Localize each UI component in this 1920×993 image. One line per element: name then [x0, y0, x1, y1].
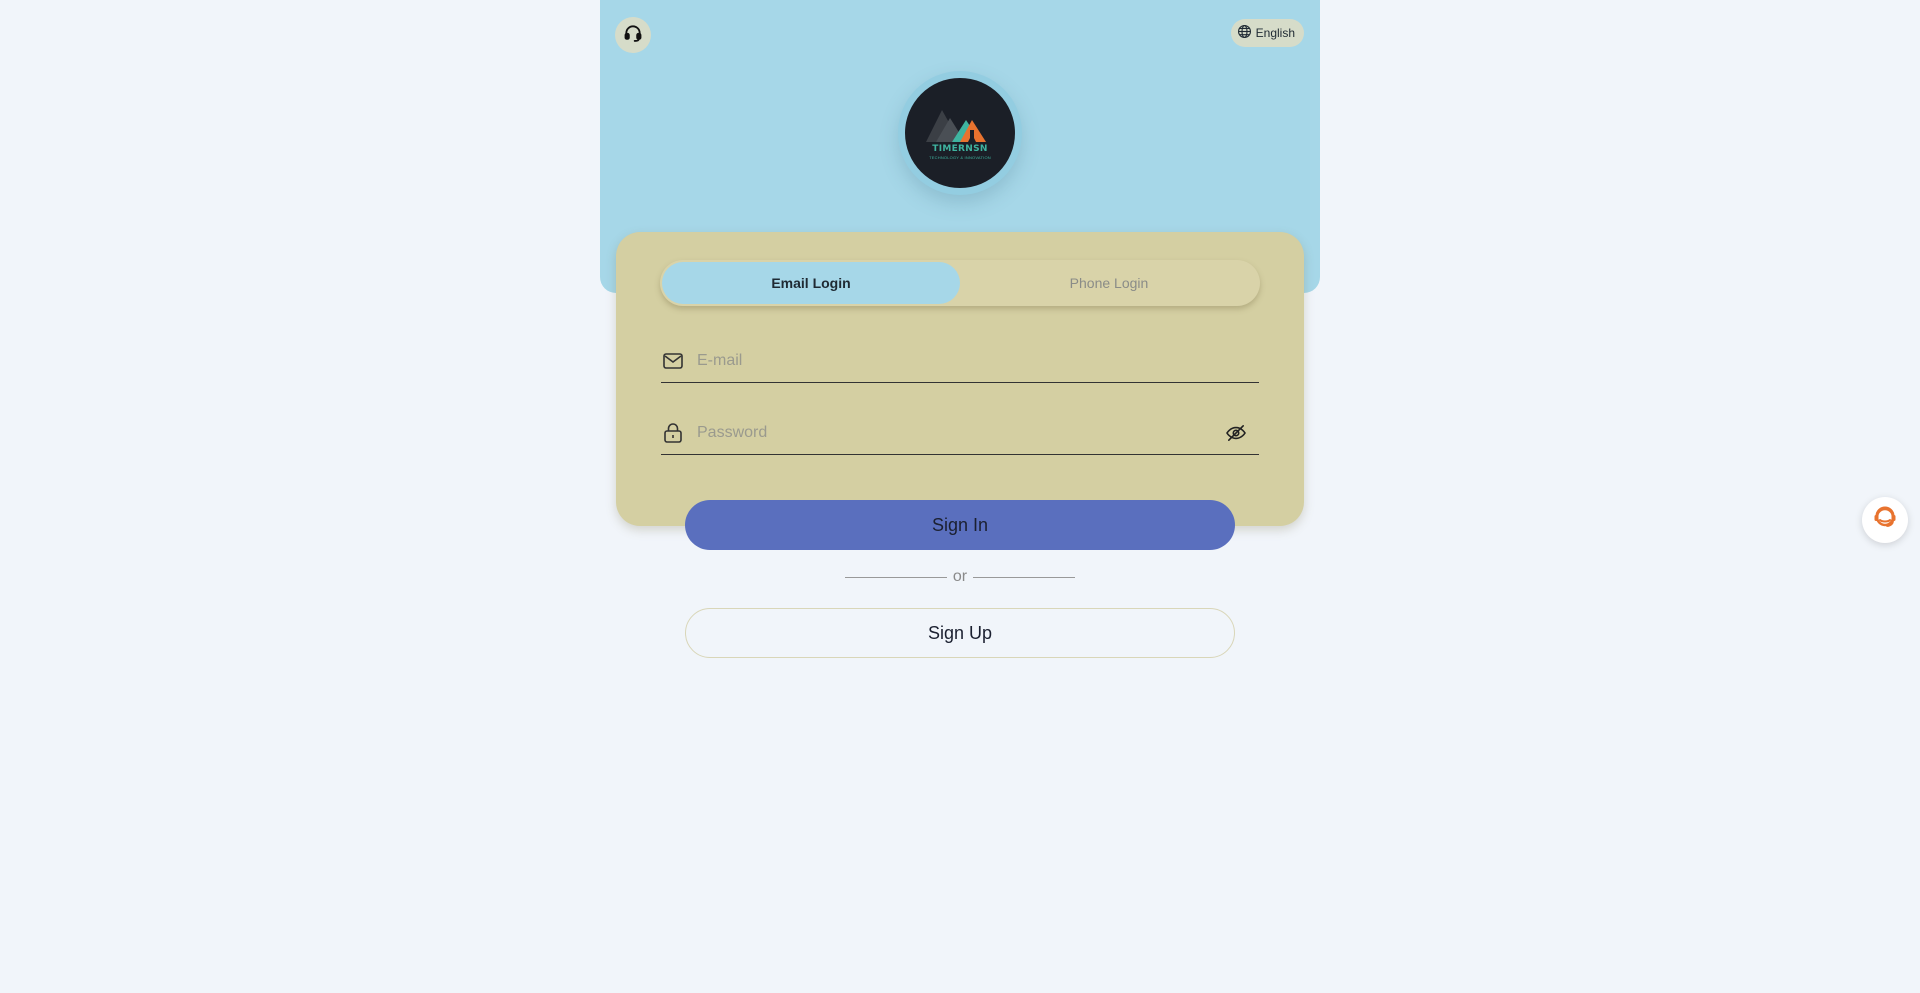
- mountain-logo-icon: [926, 110, 986, 142]
- chat-support-icon: [1870, 503, 1900, 538]
- login-page: English TIMERNSN TECHNOLOGY & INNOVATION…: [600, 0, 1320, 993]
- password-field-row: [661, 412, 1259, 455]
- lock-icon: [661, 421, 685, 445]
- or-divider: or: [845, 568, 1076, 586]
- email-field-row: [661, 340, 1259, 383]
- logo-tagline: TECHNOLOGY & INNOVATION: [929, 155, 991, 160]
- sign-up-button[interactable]: Sign Up: [685, 608, 1235, 658]
- logo-ring: TIMERNSN TECHNOLOGY & INNOVATION: [898, 71, 1022, 195]
- envelope-icon: [661, 349, 685, 373]
- headset-icon: [623, 23, 643, 48]
- email-input[interactable]: [695, 351, 1259, 371]
- divider-line-right: [973, 576, 1076, 578]
- password-input[interactable]: [695, 423, 1223, 443]
- login-method-tabs: Email Login Phone Login: [660, 260, 1260, 306]
- tab-label: Phone Login: [1069, 275, 1149, 291]
- tab-label: Email Login: [771, 275, 851, 291]
- customer-support-button[interactable]: [615, 17, 651, 53]
- floating-chat-button[interactable]: [1862, 497, 1908, 543]
- language-selector[interactable]: English: [1230, 19, 1304, 47]
- sign-in-button[interactable]: Sign In: [685, 500, 1235, 550]
- or-label: or: [952, 568, 968, 585]
- divider-line-left: [845, 576, 947, 578]
- logo-name: TIMERNSN: [932, 144, 988, 154]
- tab-email-login[interactable]: Email Login: [662, 262, 960, 304]
- brand-logo: TIMERNSN TECHNOLOGY & INNOVATION: [905, 78, 1015, 188]
- tab-phone-login[interactable]: Phone Login: [960, 262, 1258, 304]
- login-card: Email Login Phone Login: [616, 232, 1304, 526]
- globe-icon: [1237, 24, 1252, 42]
- language-label: English: [1255, 26, 1295, 40]
- eye-off-icon[interactable]: [1223, 420, 1249, 446]
